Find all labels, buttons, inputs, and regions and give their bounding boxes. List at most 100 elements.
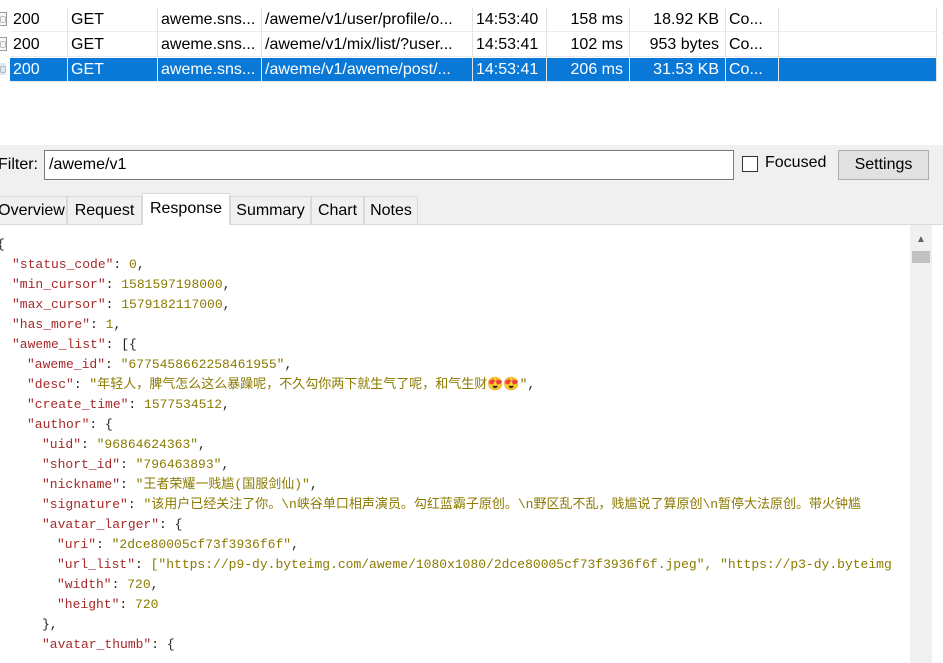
json-line: "uri": "2dce80005cf73f3936f6f",	[57, 537, 299, 552]
json-value: "王者荣耀一贱尴(国服剑仙)"	[135, 477, 310, 492]
cell-size: 18.92 KB	[630, 8, 726, 32]
request-table: 200 GET aweme.sns.../aweme/v1/user/profile…	[0, 0, 943, 145]
vertical-scrollbar[interactable]: ▲	[910, 225, 932, 663]
json-line: "avatar_larger": {	[42, 517, 183, 532]
tab-overview[interactable]: Overview	[0, 196, 67, 224]
json-line: "url_list": ["https://p9-dy.byteimg.com/…	[57, 557, 892, 572]
json-line: "height": 720	[57, 597, 159, 612]
json-key: "aweme_list"	[12, 337, 106, 352]
cell-duration: 102 ms	[547, 33, 630, 57]
request-row[interactable]: 200 GET aweme.sns.../aweme/v1/aweme/post/.…	[0, 58, 943, 83]
json-key: "width"	[57, 577, 112, 592]
json-line: "short_id": "796463893",	[42, 457, 230, 472]
json-line: },	[42, 615, 58, 635]
json-line: {	[0, 235, 5, 255]
json-line: "create_time": 1577534512,	[27, 397, 230, 412]
json-line: "aweme_list": [{	[12, 337, 137, 352]
json-value: "796463893"	[135, 457, 222, 472]
json-key: "uid"	[42, 437, 82, 452]
tab-request[interactable]: Request	[67, 196, 142, 224]
json-key: "signature"	[42, 497, 128, 512]
tab-response[interactable]: Response	[142, 193, 230, 225]
response-body[interactable]: { "status_code": 0, "min_cursor": 15815971…	[0, 225, 910, 663]
json-value: "96864624363"	[96, 437, 199, 452]
json-line: "min_cursor": 1581597198000,	[12, 277, 231, 292]
cell-empty	[779, 33, 937, 57]
cell-time: 14:53:41	[473, 58, 547, 82]
tab-notes[interactable]: Notes	[364, 196, 418, 224]
json-key: "short_id"	[42, 457, 121, 472]
right-edge	[932, 225, 943, 663]
json-value: 1577534512	[144, 397, 223, 412]
json-key: "uri"	[57, 537, 97, 552]
cell-host: aweme.sns...	[158, 58, 262, 82]
cell-status: 200	[10, 8, 68, 32]
json-value: "6775458662258461955"	[120, 357, 285, 372]
json-value: [{	[121, 337, 137, 352]
cell-size: 31.53 KB	[630, 58, 726, 82]
cell-empty	[779, 58, 937, 82]
cell-empty	[779, 8, 937, 32]
settings-button[interactable]: Settings	[838, 150, 929, 180]
json-key: "avatar_larger"	[42, 517, 160, 532]
scroll-thumb[interactable]	[912, 251, 930, 263]
json-key: "has_more"	[12, 317, 91, 332]
json-punct: ,	[113, 317, 122, 332]
tab-summary[interactable]: Summary	[230, 196, 311, 224]
json-key: "desc"	[27, 377, 74, 392]
scroll-up-icon[interactable]: ▲	[913, 233, 929, 247]
cell-url: /aweme/v1/aweme/post/...	[262, 58, 473, 82]
detail-tabs: Overview Request Response Summary Chart …	[0, 187, 943, 225]
json-value: 720	[135, 597, 159, 612]
json-punct: ,	[136, 257, 145, 272]
request-row[interactable]: 200 GET aweme.sns.../aweme/v1/mix/list/?us…	[0, 33, 943, 58]
json-punct: ,	[291, 537, 299, 552]
json-key: "create_time"	[27, 397, 129, 412]
json-line: "nickname": "王者荣耀一贱尴(国服剑仙)",	[42, 477, 318, 492]
request-file-icon	[0, 37, 7, 51]
json-value: ["https://p9-dy.byteimg.com/aweme/1080x1…	[150, 557, 892, 572]
json-value: "2dce80005cf73f3936f6f"	[111, 537, 292, 552]
cell-duration: 206 ms	[547, 58, 630, 82]
cell-status: 200	[10, 33, 68, 57]
cell-host: aweme.sns...	[158, 33, 262, 57]
json-value: {	[105, 417, 113, 432]
cell-type: Co...	[726, 33, 779, 57]
cell-type: Co...	[726, 8, 779, 32]
json-key: "min_cursor"	[12, 277, 106, 292]
focused-checkbox[interactable]	[742, 156, 758, 172]
json-line: "status_code": 0,	[12, 257, 145, 272]
json-punct: ,	[221, 457, 230, 472]
tab-chart[interactable]: Chart	[311, 196, 364, 224]
json-value: 720	[127, 577, 151, 592]
json-key: "aweme_id"	[27, 357, 106, 372]
cell-url: /aweme/v1/mix/list/?user...	[262, 33, 473, 57]
json-line: "uid": "96864624363",	[42, 437, 206, 452]
json-value: {	[0, 237, 5, 252]
json-punct: ,	[309, 477, 318, 492]
json-line: "width": 720,	[57, 577, 159, 592]
json-value: {	[166, 637, 175, 652]
json-key: "nickname"	[42, 477, 121, 492]
cell-type: Co...	[726, 58, 779, 82]
json-key: "url_list"	[57, 557, 136, 572]
filter-input[interactable]	[44, 150, 734, 180]
json-value: },	[42, 617, 58, 632]
json-key: "height"	[57, 597, 120, 612]
json-value: 1579182117000	[121, 297, 223, 312]
json-punct: ,	[150, 577, 159, 592]
cell-status: 200	[10, 58, 68, 82]
cell-time: 14:53:40	[473, 8, 547, 32]
json-punct: ,	[222, 297, 231, 312]
request-row[interactable]: 200 GET aweme.sns.../aweme/v1/user/profile…	[0, 8, 943, 33]
json-line: "author": {	[27, 417, 113, 432]
json-key: "max_cursor"	[12, 297, 106, 312]
cell-method: GET	[68, 8, 158, 32]
json-punct: ,	[222, 277, 231, 292]
json-punct: ,	[527, 377, 536, 392]
json-value: 1581597198000	[121, 277, 223, 292]
cell-host: aweme.sns...	[158, 8, 262, 32]
json-punct: ,	[222, 397, 230, 412]
cell-time: 14:53:41	[473, 33, 547, 57]
json-value: "该用户已经关注了你。\n峡谷单口相声演员。勾红蓝霸子原创。\n野区乱不乱，贱尴…	[143, 497, 862, 512]
